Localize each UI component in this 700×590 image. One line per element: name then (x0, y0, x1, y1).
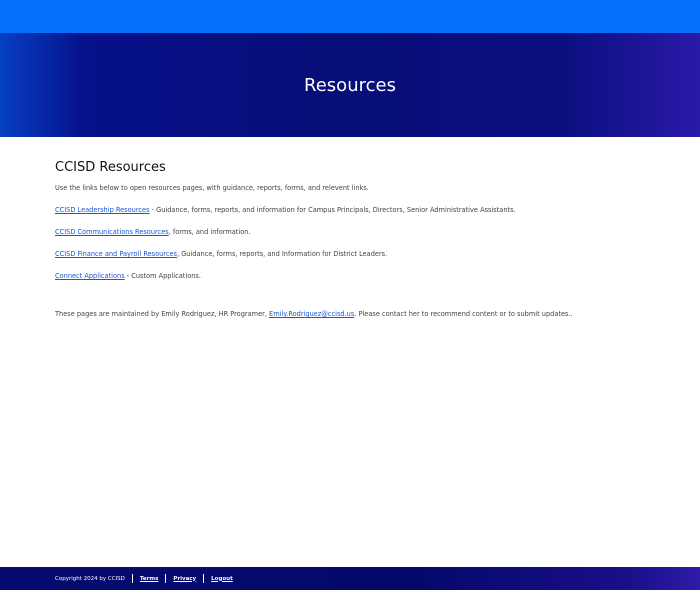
connect-applications-link[interactable]: Connect Applications (55, 272, 125, 280)
main-content: CCISD Resources Use the links below to o… (55, 160, 655, 319)
resource-item-finance: CCISD Finance and Payroll Resources, Gui… (55, 249, 655, 259)
contact-email-link[interactable]: Emily.Rodriguez@ccisd.us (269, 310, 354, 318)
note-prefix: These pages are maintained by Emily Rodr… (55, 310, 270, 318)
resource-description: - Custom Applications. (124, 272, 201, 280)
resource-description: - Guidance, forms, reports, and informat… (149, 206, 516, 214)
resource-item-leadership: CCISD Leadership Resources - Guidance, f… (55, 205, 655, 215)
page-title: Resources (304, 74, 396, 96)
footer-divider (203, 574, 205, 583)
logout-link[interactable]: Logout (211, 576, 233, 582)
maintainer-note: These pages are maintained by Emily Rodr… (55, 309, 655, 319)
footer: Copyright 2024 by CCISD Terms Privacy Lo… (0, 567, 700, 590)
finance-payroll-resources-link[interactable]: CCISD Finance and Payroll Resources (55, 250, 177, 258)
footer-divider (165, 574, 167, 583)
leadership-resources-link[interactable]: CCISD Leadership Resources (55, 206, 150, 214)
section-heading: CCISD Resources (55, 160, 166, 175)
page-banner: Resources (0, 33, 700, 137)
note-suffix: . Please contact her to recommend conten… (354, 310, 573, 318)
communications-resources-link[interactable]: CCISD Communications Resources (55, 228, 169, 236)
privacy-link[interactable]: Privacy (173, 576, 196, 582)
copyright-text: Copyright 2024 by CCISD (55, 575, 125, 582)
footer-divider (131, 574, 133, 583)
resource-item-communications: CCISD Communications Resources, forms, a… (55, 227, 655, 237)
resource-item-connect: Connect Applications - Custom Applicatio… (55, 271, 655, 281)
resource-description: , forms, and information. (168, 228, 251, 236)
terms-link[interactable]: Terms (140, 576, 158, 582)
footer-bar: Copyright 2024 by CCISD Terms Privacy Lo… (55, 574, 233, 583)
top-bar (0, 0, 700, 33)
resource-description: , Guidance, forms, reports, and Informat… (177, 250, 388, 258)
intro-text: Use the links below to open resources pa… (55, 184, 369, 192)
